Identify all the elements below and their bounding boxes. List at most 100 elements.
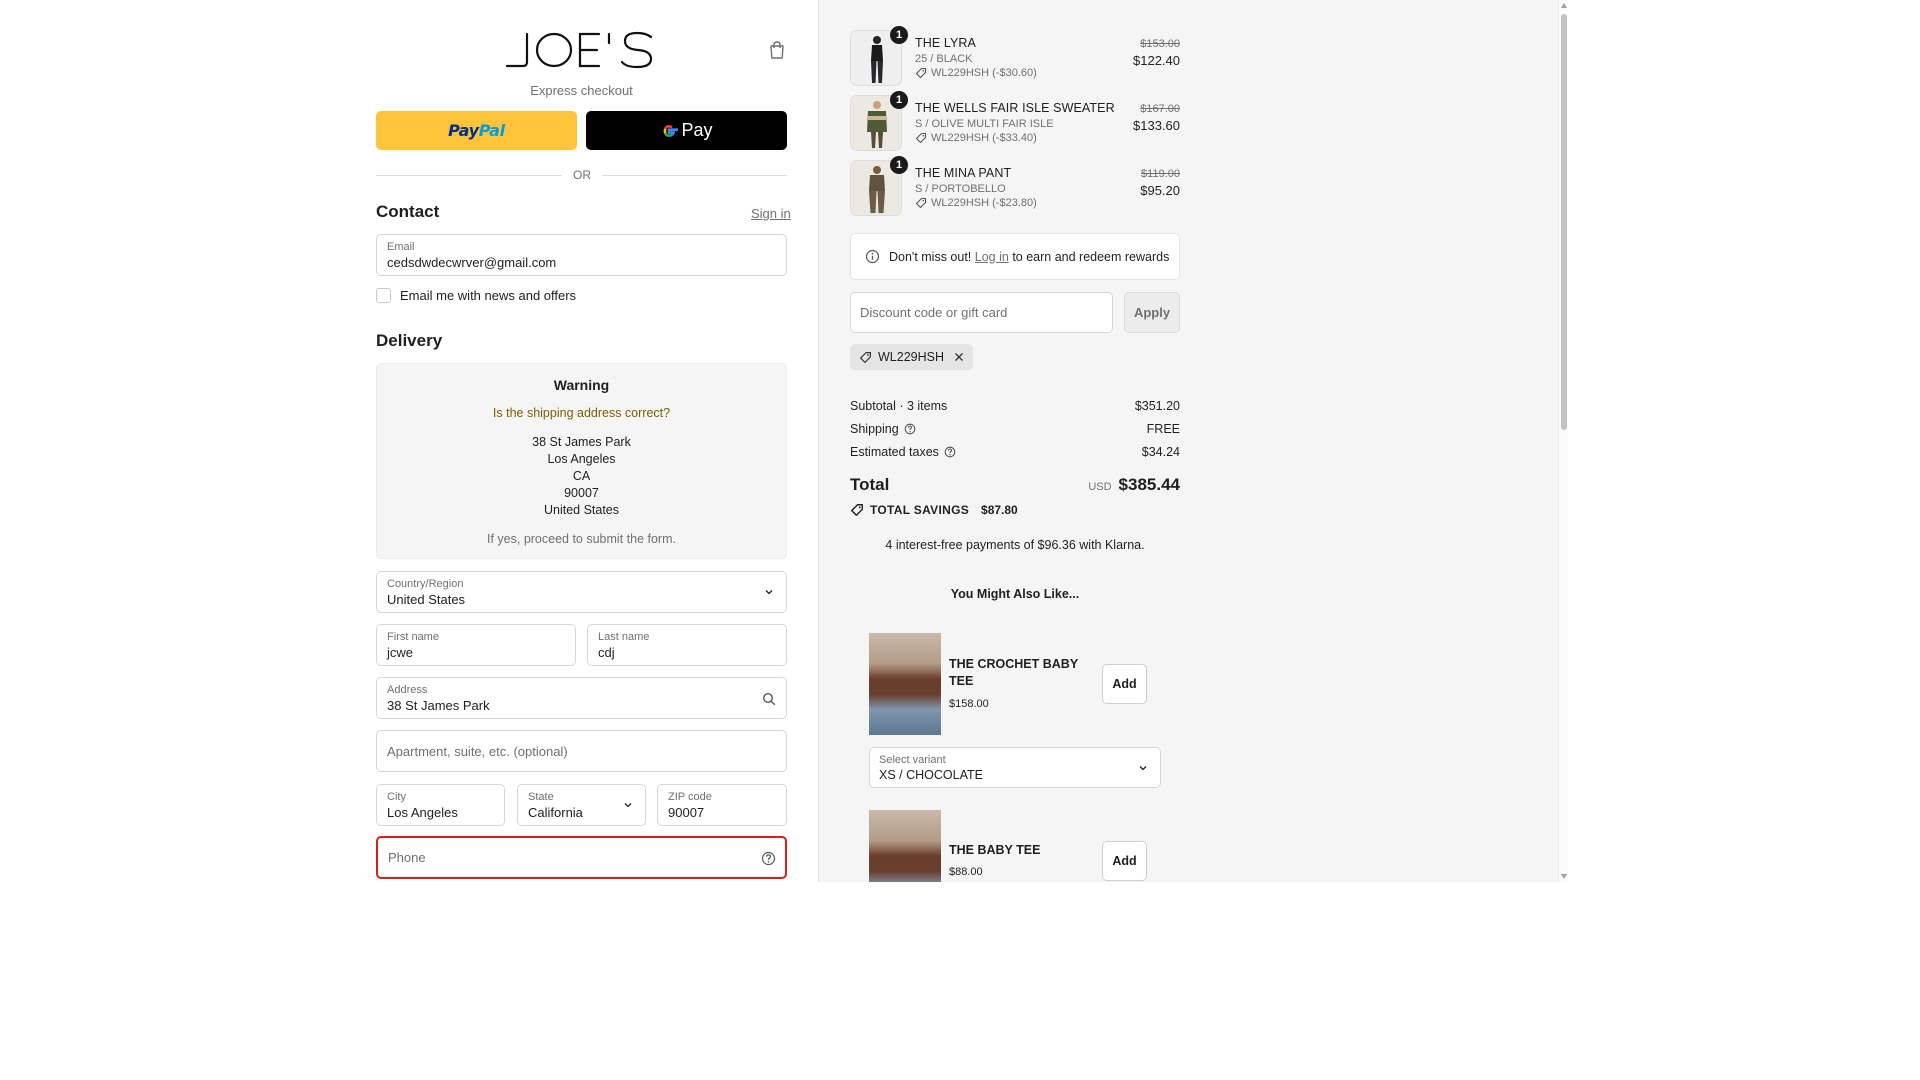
variant-select-label: Select variant	[879, 754, 946, 766]
paypal-logo: PayPal	[448, 121, 505, 140]
zip-value[interactable]: 90007	[668, 805, 704, 820]
discount-code-placeholder: Discount code or gift card	[860, 305, 1008, 320]
subtotal-label: Subtotal · 3 items	[850, 399, 948, 413]
tag-icon	[915, 132, 927, 144]
scrollbar-thumb[interactable]	[1561, 14, 1567, 430]
scroll-down-arrow[interactable]	[1561, 874, 1567, 879]
recommendation-price: $88.00	[949, 866, 983, 878]
warning-address: 38 St James Park Los Angeles CA 90007 Un…	[377, 434, 786, 519]
item-price: $133.60	[1133, 118, 1180, 133]
scroll-up-arrow[interactable]	[1561, 3, 1567, 8]
recommendation-price: $158.00	[949, 698, 989, 710]
product-image[interactable]	[869, 810, 941, 882]
shopping-bag-icon[interactable]	[767, 40, 787, 60]
first-name-value[interactable]: jcwe	[387, 645, 413, 660]
rewards-banner: Don't miss out! Log in to earn and redee…	[850, 233, 1180, 280]
currency-code: USD	[1088, 481, 1112, 493]
warning-address-line: 38 St James Park	[532, 435, 631, 449]
delivery-heading: Delivery	[376, 331, 443, 350]
help-circle-icon[interactable]	[904, 423, 916, 435]
address-label: Address	[387, 684, 428, 696]
quantity-badge: 1	[890, 91, 908, 109]
address-warning-box: Warning Is the shipping address correct?…	[376, 363, 787, 559]
email-value[interactable]: cedsdwdecwrver@gmail.com	[387, 255, 556, 270]
warning-address-line: CA	[572, 469, 591, 483]
variant-select-value: XS / CHOCOLATE	[879, 768, 983, 782]
rewards-login-link[interactable]: Log in	[975, 250, 1009, 264]
sign-in-link[interactable]: Sign in	[751, 206, 791, 221]
warning-title: Warning	[553, 377, 610, 393]
country-select[interactable]: Country/Region United States	[376, 571, 787, 613]
subtotal-value: $351.20	[1134, 399, 1180, 413]
warning-question: Is the shipping address correct?	[492, 406, 671, 420]
or-label: OR	[573, 168, 591, 182]
product-image[interactable]	[869, 633, 941, 735]
variant-select[interactable]: Select variant XS / CHOCOLATE	[869, 747, 1161, 788]
apartment-field[interactable]: Apartment, suite, etc. (optional)	[376, 730, 787, 772]
item-discount: WL229HSH (-$30.60)	[915, 67, 1037, 79]
subtotal-row: Subtotal · 3 items $351.20	[850, 399, 1180, 413]
google-pay-button[interactable]: Pay	[586, 111, 787, 150]
recommendation-item: THE CROCHET BABY TEE $158.00 Add	[869, 633, 1161, 735]
help-circle-icon[interactable]	[944, 446, 956, 458]
zip-field[interactable]: ZIP code 90007	[657, 784, 787, 826]
add-to-cart-button[interactable]: Add	[1102, 664, 1147, 704]
apply-discount-button[interactable]: Apply	[1124, 292, 1180, 333]
warning-address-line: Los Angeles	[547, 452, 616, 466]
item-price: $95.20	[1140, 183, 1180, 198]
recommendation-name: THE BABY TEE	[949, 843, 1041, 857]
quantity-badge: 1	[890, 26, 908, 44]
item-discount: WL229HSH (-$23.80)	[915, 197, 1037, 209]
joes-logo[interactable]	[505, 30, 655, 70]
applied-discount-code: WL229HSH	[878, 350, 944, 364]
zip-label: ZIP code	[668, 791, 712, 803]
item-discount-label: WL229HSH (-$30.60)	[931, 67, 1037, 79]
tag-icon	[860, 351, 871, 363]
tag-icon	[851, 504, 863, 516]
recommendation-item: THE BABY TEE $88.00 Add	[869, 810, 1161, 882]
page-scrollbar[interactable]	[1558, 0, 1568, 882]
total-savings-label: TOTAL SAVINGS	[870, 503, 970, 517]
address-field[interactable]: Address 38 St James Park	[376, 677, 787, 719]
search-icon[interactable]	[762, 692, 776, 706]
city-label: City	[387, 791, 406, 803]
last-name-field[interactable]: Last name cdj	[587, 624, 787, 666]
chevron-down-icon	[624, 803, 632, 808]
remove-discount-button[interactable]	[954, 352, 964, 362]
rewards-text-after: to earn and redeem rewards	[1012, 249, 1170, 264]
taxes-row: Estimated taxes $34.24	[850, 445, 1180, 459]
recommendations-heading: You Might Also Like...	[950, 587, 1080, 601]
last-name-value[interactable]: cdj	[598, 645, 615, 660]
address-value[interactable]: 38 St James Park	[387, 698, 490, 713]
google-g-icon	[664, 124, 679, 137]
chevron-down-icon	[765, 590, 773, 595]
phone-placeholder: Phone	[388, 850, 426, 865]
add-to-cart-button[interactable]: Add	[1102, 841, 1147, 881]
warning-address-line: United States	[543, 503, 620, 517]
total-savings-value: $87.80	[981, 503, 1018, 517]
klarna-message: 4 interest-free payments of $96.36 with …	[885, 538, 1145, 552]
country-value: United States	[387, 592, 466, 607]
tag-icon	[915, 197, 927, 209]
state-select[interactable]: State California	[517, 784, 646, 826]
item-original-price: $119.00	[1141, 168, 1180, 180]
newsletter-checkbox[interactable]	[376, 288, 391, 303]
paypal-button[interactable]: PayPal	[376, 111, 577, 150]
first-name-field[interactable]: First name jcwe	[376, 624, 576, 666]
info-icon	[865, 249, 880, 264]
cart-item: 1 THE WELLS FAIR ISLE SWEATER S / OLIVE …	[850, 91, 1180, 151]
item-price: $122.40	[1133, 53, 1180, 68]
help-circle-icon[interactable]	[761, 851, 776, 866]
email-field[interactable]: Email cedsdwdecwrver@gmail.com	[376, 234, 787, 276]
phone-field[interactable]: Phone	[376, 836, 787, 879]
close-icon	[955, 353, 963, 361]
taxes-value: $34.24	[1141, 445, 1180, 459]
checkout-form-panel: Express checkout PayPal Pay OR Contact S…	[0, 0, 818, 882]
google-pay-label: Pay	[681, 120, 713, 140]
item-discount: WL229HSH (-$33.40)	[915, 132, 1037, 144]
newsletter-option[interactable]: Email me with news and offers	[376, 288, 576, 303]
city-field[interactable]: City Los Angeles	[376, 784, 505, 826]
email-label: Email	[387, 241, 415, 253]
city-value[interactable]: Los Angeles	[387, 805, 458, 820]
discount-code-input[interactable]: Discount code or gift card	[850, 292, 1113, 333]
